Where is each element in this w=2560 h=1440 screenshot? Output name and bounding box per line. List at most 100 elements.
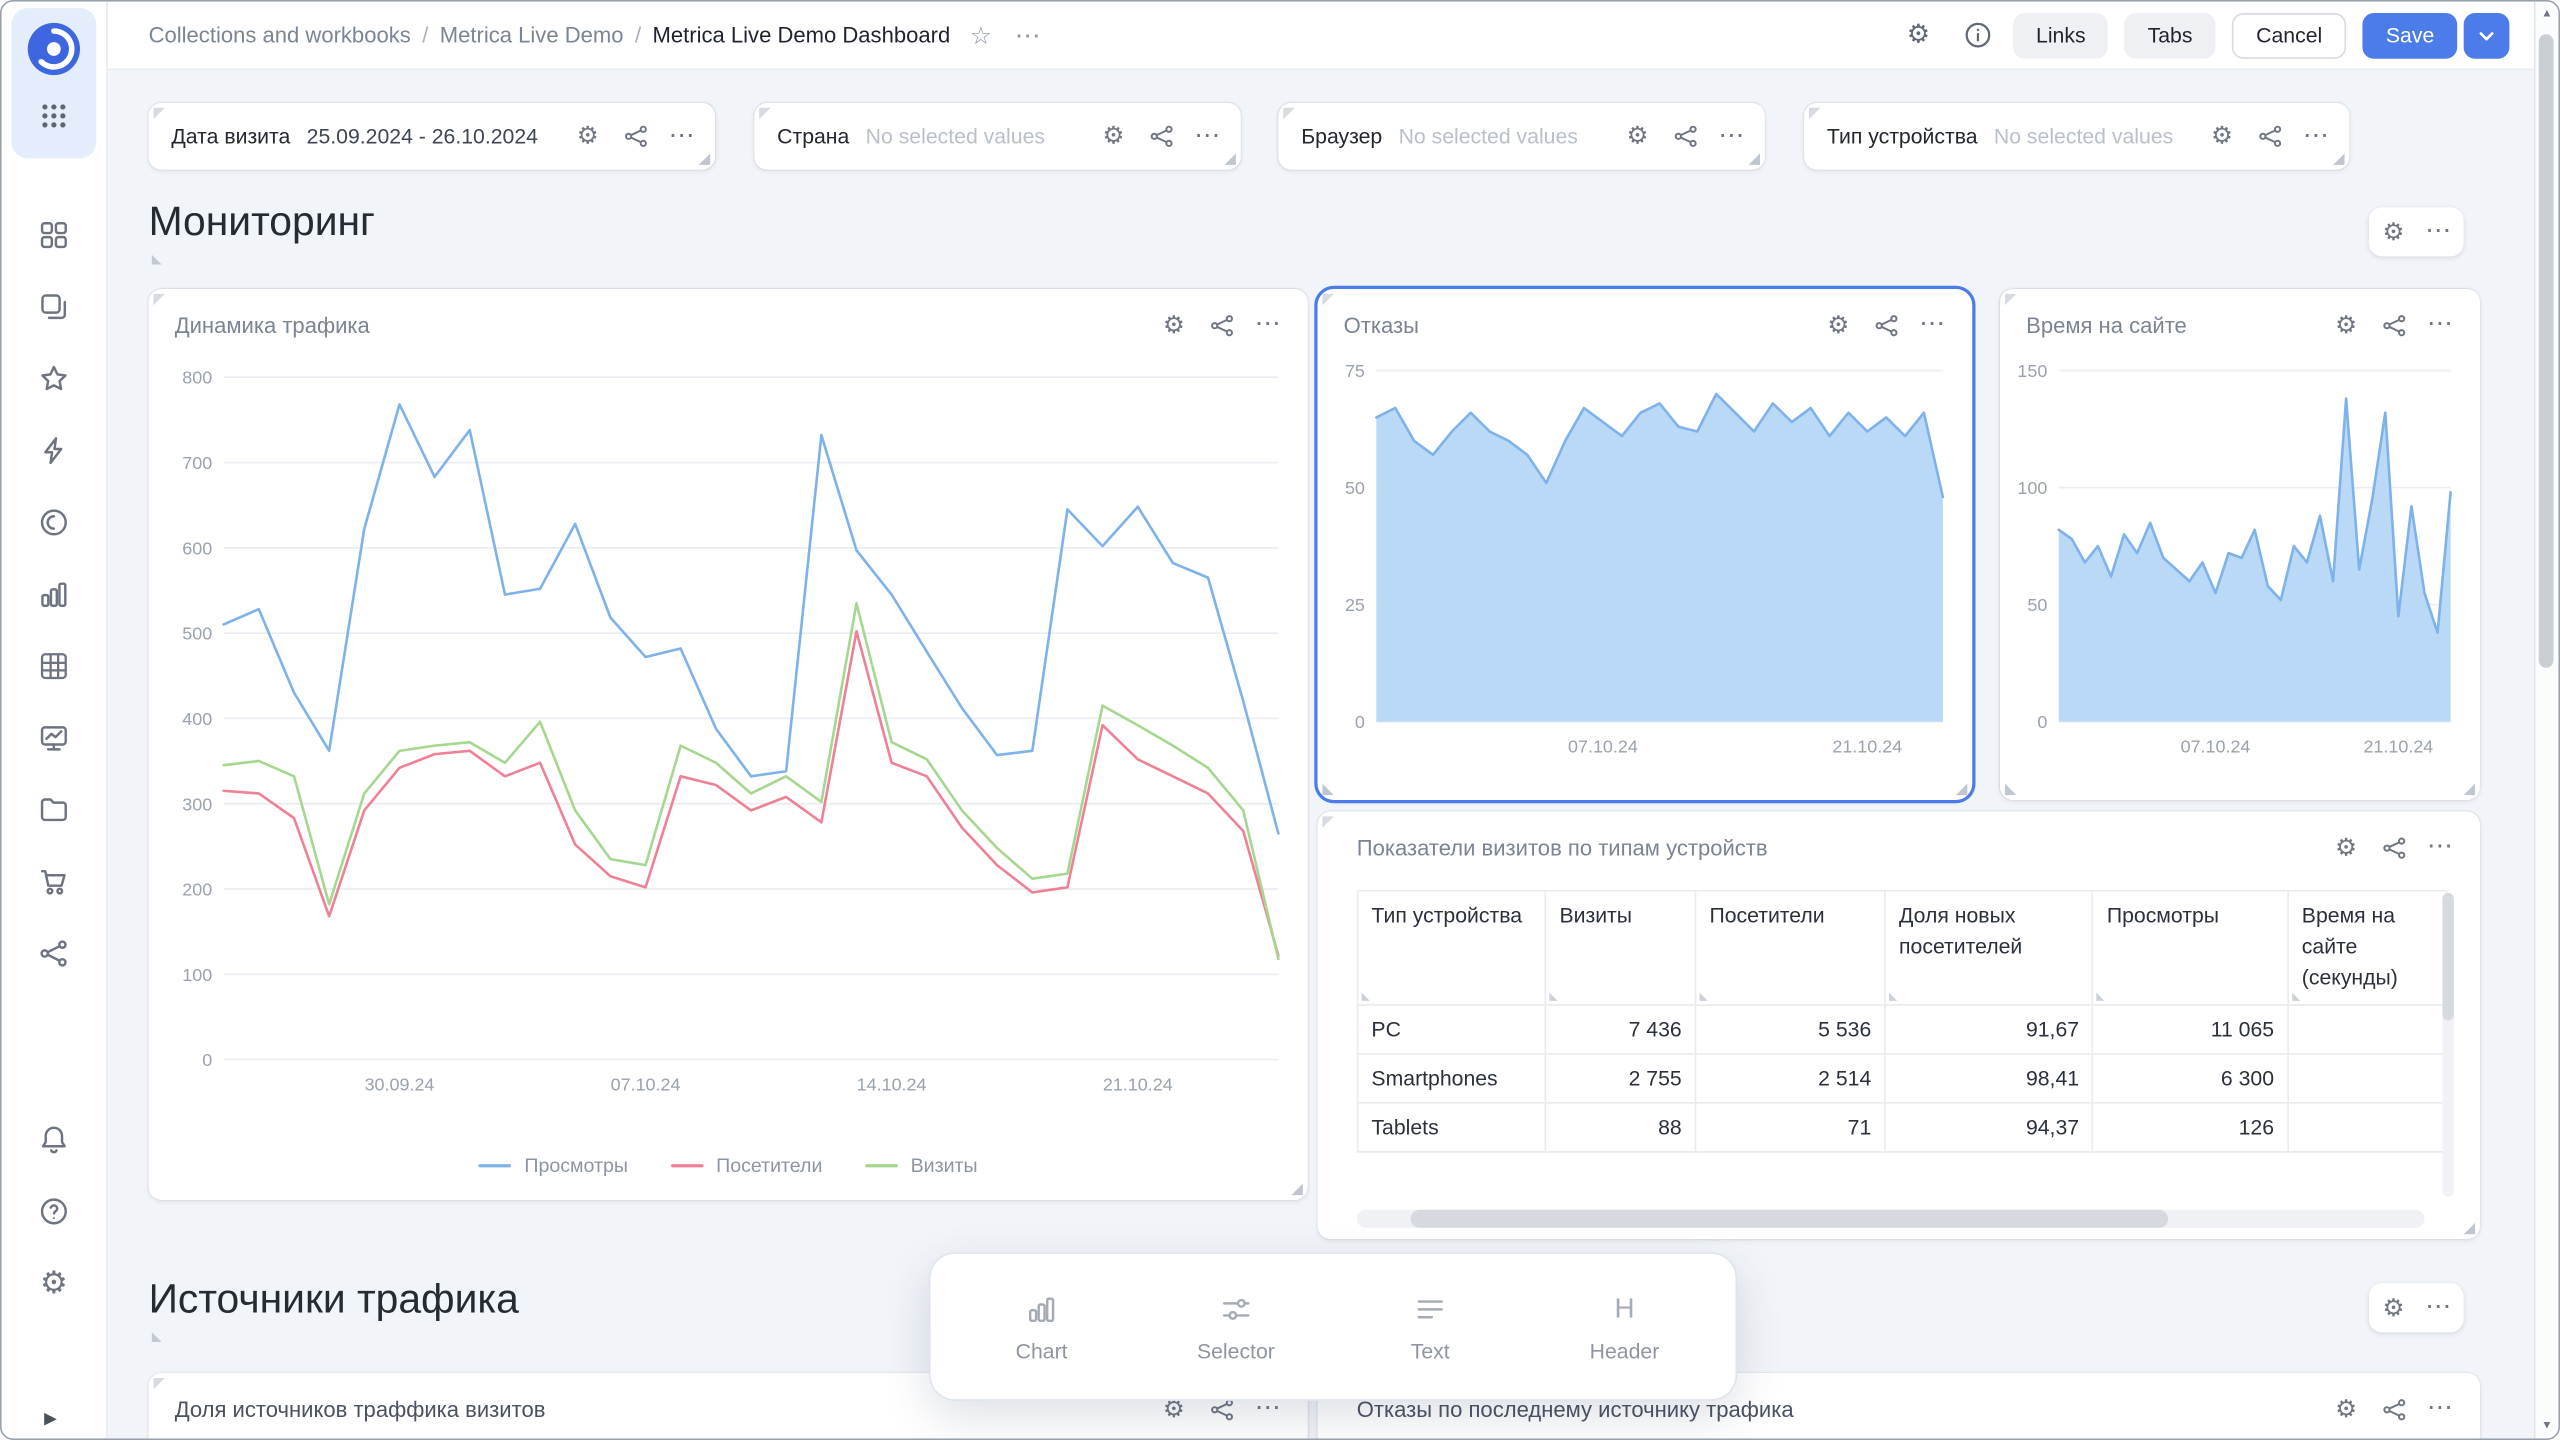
section-monitoring[interactable]: Мониторинг (149, 194, 375, 250)
help-icon[interactable] (38, 1195, 71, 1228)
more-icon[interactable]: ⋯ (2420, 212, 2459, 251)
horizontal-scrollbar[interactable] (1357, 1210, 2425, 1228)
resize-handle[interactable] (1809, 108, 1820, 119)
datalens-logo[interactable] (26, 21, 82, 85)
resize-handle[interactable] (1322, 294, 1333, 305)
filter-value[interactable]: 25.09.2024 - 26.10.2024 (307, 124, 572, 148)
resize-handle[interactable] (2005, 294, 2016, 305)
sidebar-item-datalens[interactable] (38, 506, 71, 539)
links-button[interactable]: Links (2013, 12, 2108, 58)
gear-icon[interactable]: ⚙ (2374, 212, 2413, 251)
info-icon[interactable] (1958, 16, 1997, 55)
gear-icon[interactable]: ⚙ (1621, 120, 1654, 153)
more-icon[interactable]: ⋯ (2424, 309, 2457, 342)
dashboard-settings-gear-icon[interactable]: ⚙ (1899, 16, 1938, 55)
widget-bounces[interactable]: Отказы ⚙⋯ 025507507.10.2421.10.24 (1318, 289, 1973, 800)
save-dropdown-button[interactable] (2464, 12, 2510, 58)
sidebar-item-favorites[interactable] (38, 362, 71, 395)
scrollbar-thumb[interactable] (1410, 1210, 2168, 1228)
resize-handle[interactable] (1224, 153, 1235, 164)
more-icon[interactable]: ⋯ (1015, 19, 1043, 52)
cancel-button[interactable]: Cancel (2232, 12, 2347, 58)
resize-handle[interactable] (699, 153, 710, 164)
relations-icon[interactable] (619, 120, 652, 153)
settings-gear-icon[interactable]: ⚙ (38, 1267, 71, 1300)
relations-icon[interactable] (1669, 120, 1702, 153)
more-icon[interactable]: ⋯ (1192, 120, 1225, 153)
filter-widget-device-type[interactable]: Тип устройства No selected values ⚙⋯ (1804, 103, 2349, 170)
sidebar-item-charts[interactable] (38, 578, 71, 611)
filter-widget-country[interactable]: Страна No selected values ⚙⋯ (754, 103, 1241, 170)
widget-time-on-site[interactable]: Время на сайте ⚙⋯ 05010015007.10.2421.10… (2000, 289, 2480, 800)
legend-item[interactable]: Посетители (670, 1154, 822, 1177)
gear-icon[interactable]: ⚙ (1158, 309, 1191, 342)
save-button[interactable]: Save (2363, 12, 2457, 58)
relations-icon[interactable] (2377, 831, 2410, 864)
add-chart-button[interactable]: Chart (972, 1291, 1111, 1363)
resize-handle[interactable] (2005, 784, 2016, 795)
resize-handle[interactable] (153, 1378, 164, 1389)
scrollbar-thumb[interactable] (2442, 893, 2453, 1021)
filter-value[interactable]: No selected values (1994, 124, 2206, 148)
relations-icon[interactable] (1869, 309, 1902, 342)
breadcrumb-workbook[interactable]: Metrica Live Demo (440, 23, 624, 47)
apps-grid-icon[interactable] (38, 100, 71, 133)
table-header-cell[interactable]: Доля новых посетителей (1885, 891, 2093, 1005)
resize-handle[interactable] (1322, 816, 1333, 827)
resize-handle[interactable] (153, 108, 164, 119)
resize-handle[interactable] (153, 294, 164, 305)
resize-handle[interactable] (2333, 153, 2344, 164)
sidebar-expand-icon[interactable]: ▶ (44, 1411, 57, 1429)
legend-item[interactable]: Визиты (865, 1154, 978, 1177)
resize-handle[interactable] (1749, 153, 1760, 164)
gear-icon[interactable]: ⚙ (2330, 309, 2363, 342)
sidebar-item-files-folder[interactable] (38, 793, 71, 826)
gear-icon[interactable]: ⚙ (2206, 120, 2239, 153)
more-icon[interactable]: ⋯ (2424, 831, 2457, 864)
table-header-cell[interactable]: Время на сайте (секунды) (2288, 891, 2447, 1005)
vertical-scrollbar[interactable] (2442, 893, 2453, 1197)
resize-handle[interactable] (1283, 108, 1294, 119)
add-header-button[interactable]: H Header (1555, 1291, 1694, 1363)
more-icon[interactable]: ⋯ (1252, 309, 1285, 342)
sidebar-item-objects[interactable] (38, 219, 71, 252)
gear-icon[interactable]: ⚙ (1097, 120, 1130, 153)
relations-icon[interactable] (1144, 120, 1177, 153)
more-icon[interactable]: ⋯ (666, 120, 699, 153)
table-header-cell[interactable]: Посетители (1696, 891, 1886, 1005)
resize-handle[interactable] (759, 108, 770, 119)
sidebar-item-tables[interactable] (38, 650, 71, 683)
relations-icon[interactable] (2253, 120, 2286, 153)
gear-icon[interactable]: ⚙ (571, 120, 604, 153)
section-traffic-sources[interactable]: Источники трафика (149, 1272, 519, 1328)
gear-icon[interactable]: ⚙ (2330, 831, 2363, 864)
scroll-down-icon[interactable]: ▼ (2536, 1420, 2559, 1431)
gear-icon[interactable]: ⚙ (1822, 309, 1855, 342)
legend-item[interactable]: Просмотры (479, 1154, 628, 1177)
filter-value[interactable]: No selected values (1399, 124, 1622, 148)
widget-device-table[interactable]: Показатели визитов по типам устройств ⚙⋯… (1318, 811, 2480, 1239)
sidebar-item-editor-monitor[interactable] (38, 722, 71, 755)
breadcrumb-collections[interactable]: Collections and workbooks (149, 23, 411, 47)
notifications-bell-icon[interactable] (38, 1123, 71, 1156)
resize-handle[interactable] (2464, 1223, 2475, 1234)
resize-handle[interactable] (152, 1332, 162, 1342)
more-icon[interactable]: ⋯ (2424, 1393, 2457, 1426)
filter-widget-browser[interactable]: Браузер No selected values ⚙⋯ (1278, 103, 1765, 170)
relations-icon[interactable] (2377, 309, 2410, 342)
gear-icon[interactable]: ⚙ (2374, 1288, 2413, 1327)
tabs-button[interactable]: Tabs (2125, 12, 2216, 58)
relations-icon[interactable] (2377, 1393, 2410, 1426)
sidebar-item-marketplace-cart[interactable] (38, 865, 71, 898)
table-header-cell[interactable]: Просмотры (2093, 891, 2288, 1005)
favorite-star-icon[interactable]: ☆ (970, 20, 992, 49)
resize-handle[interactable] (1956, 784, 1967, 795)
more-icon[interactable]: ⋯ (2300, 120, 2333, 153)
gear-icon[interactable]: ⚙ (2330, 1393, 2363, 1426)
resize-handle[interactable] (2464, 784, 2475, 795)
more-icon[interactable]: ⋯ (2420, 1288, 2459, 1327)
resize-handle[interactable] (1291, 1184, 1302, 1195)
filter-value[interactable]: No selected values (866, 124, 1097, 148)
more-icon[interactable]: ⋯ (1917, 309, 1950, 342)
resize-handle[interactable] (152, 255, 162, 265)
